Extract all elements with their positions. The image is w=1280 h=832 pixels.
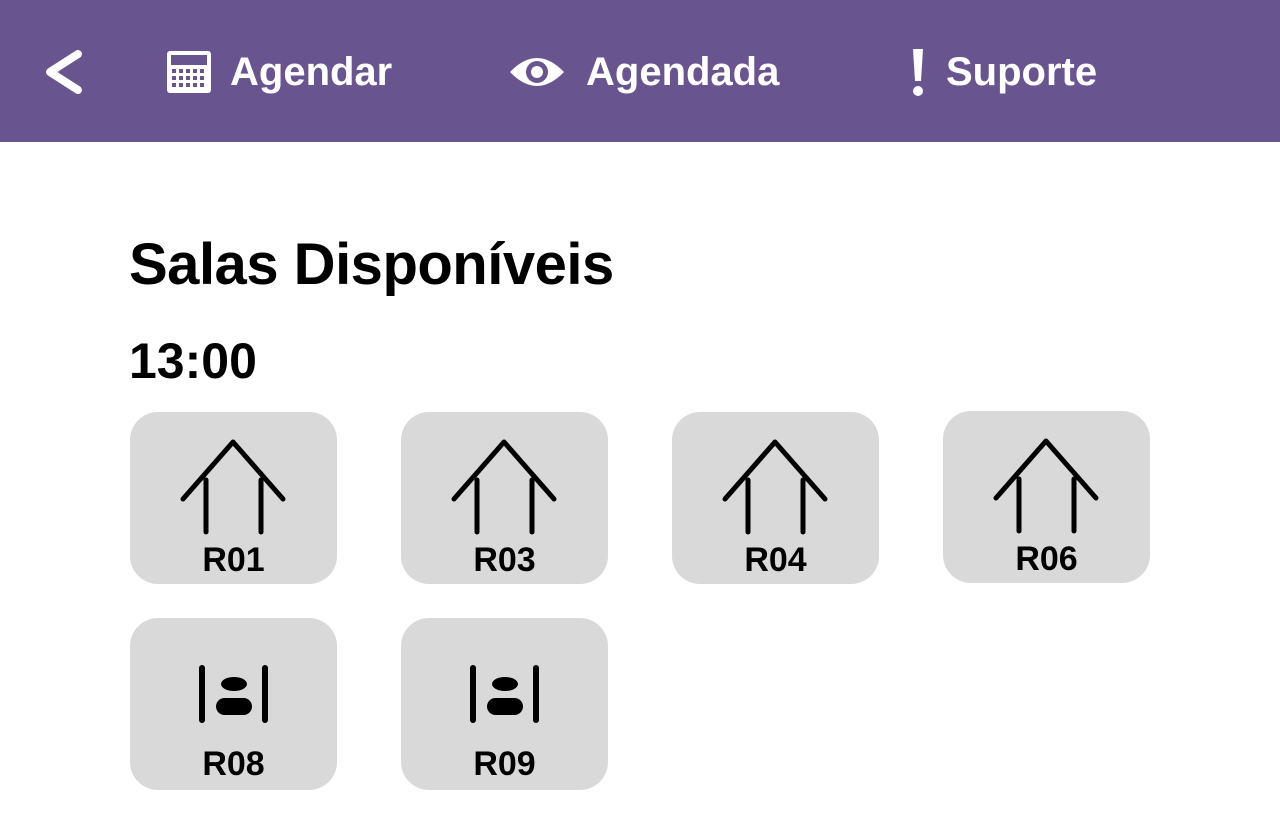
top-navigation-bar: Agendar Agendada Suporte	[0, 0, 1280, 142]
room-label: R03	[473, 541, 536, 579]
nav-suporte-label: Suporte	[946, 49, 1098, 94]
room-arch-icon	[451, 439, 557, 535]
room-label: R08	[202, 745, 265, 783]
room-card-r09[interactable]: R09	[401, 618, 608, 790]
nav-agendar-label: Agendar	[230, 49, 393, 94]
chevron-left-icon	[46, 50, 82, 94]
nav-suporte[interactable]: Suporte	[908, 44, 1097, 100]
back-button[interactable]	[38, 46, 90, 98]
exclamation-icon	[908, 47, 928, 97]
room-card-r04[interactable]: R04	[672, 412, 879, 584]
room-card-r01[interactable]: R01	[130, 412, 337, 584]
room-arch-icon	[722, 439, 828, 535]
eye-icon	[508, 52, 568, 92]
nav-agendada-label: Agendada	[586, 49, 780, 94]
room-arch-icon	[180, 439, 286, 535]
meeting-table-icon	[470, 665, 539, 723]
room-card-r03[interactable]: R03	[401, 412, 608, 584]
room-card-r06[interactable]: R06	[943, 411, 1150, 583]
selected-time: 13:00	[129, 333, 257, 389]
page-title: Salas Disponíveis	[129, 232, 614, 297]
room-card-r08[interactable]: R08	[130, 618, 337, 790]
nav-agendada[interactable]: Agendada	[508, 44, 779, 100]
calendar-icon	[166, 50, 214, 94]
room-label: R09	[473, 745, 536, 783]
room-label: R04	[744, 541, 807, 579]
room-label: R01	[202, 541, 265, 579]
nav-agendar[interactable]: Agendar	[166, 44, 392, 100]
room-arch-icon	[993, 438, 1099, 534]
meeting-table-icon	[199, 665, 268, 723]
room-label: R06	[1015, 540, 1078, 578]
